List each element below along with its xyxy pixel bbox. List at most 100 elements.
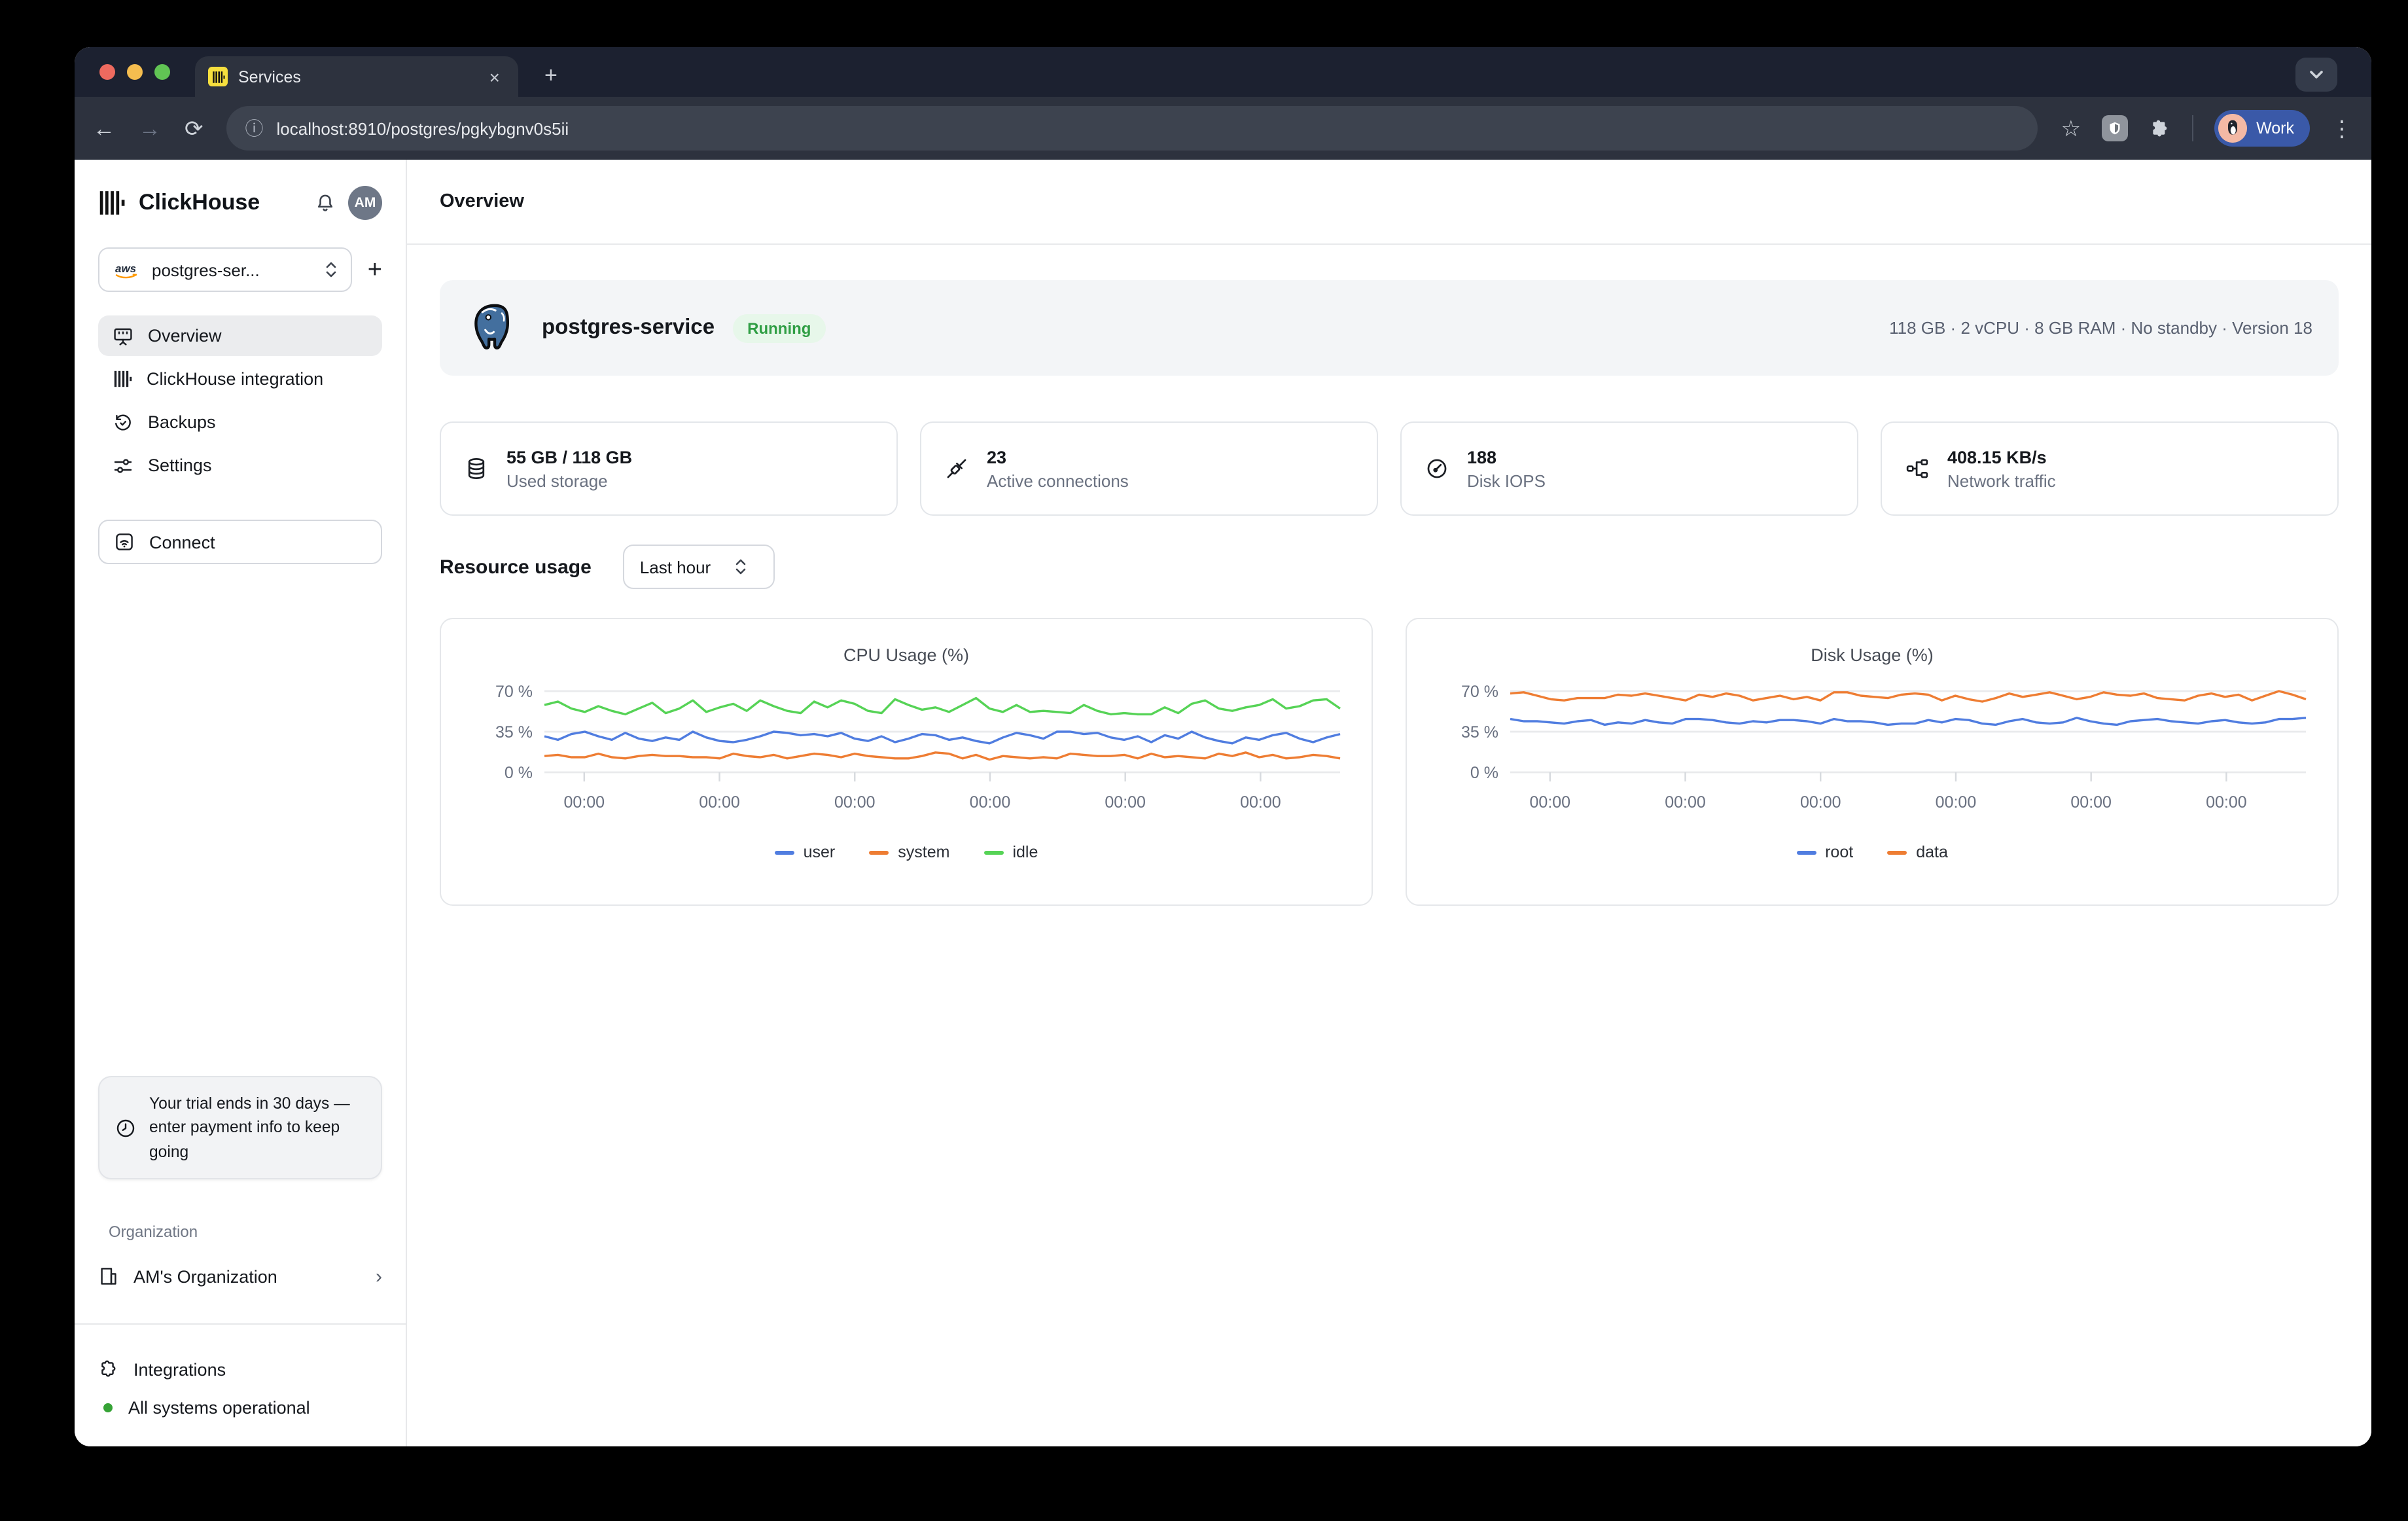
page-content: postgres-service Running 118 GB · 2 vCPU… bbox=[407, 245, 2371, 906]
legend-item-idle[interactable]: idle bbox=[983, 843, 1038, 861]
screen: Services × + ← → ⟳ ⓘ localhost:8910/post… bbox=[0, 0, 2408, 1521]
series-lines bbox=[1510, 691, 2306, 725]
stat-label: Used storage bbox=[506, 471, 632, 490]
system-status-row[interactable]: All systems operational bbox=[98, 1390, 382, 1424]
series-line-root bbox=[1510, 718, 2306, 725]
minimize-window-button[interactable] bbox=[127, 64, 143, 80]
cable-icon bbox=[945, 457, 968, 480]
service-hero-card: postgres-service Running 118 GB · 2 vCPU… bbox=[440, 280, 2339, 376]
legend-label: root bbox=[1825, 843, 1853, 861]
stat-label: Disk IOPS bbox=[1467, 471, 1546, 490]
window-controls bbox=[99, 64, 170, 80]
clickhouse-favicon bbox=[208, 67, 228, 86]
address-bar[interactable]: ⓘ localhost:8910/postgres/pgkybgnv0s5ii bbox=[227, 106, 2038, 151]
add-service-button[interactable]: + bbox=[368, 257, 382, 282]
legend-item-data[interactable]: data bbox=[1887, 843, 1948, 861]
shield-extension-icon[interactable] bbox=[2102, 115, 2128, 141]
chart-legend: user system idle bbox=[441, 843, 1372, 861]
sidebar-item-settings[interactable]: Settings bbox=[98, 445, 382, 486]
extensions-puzzle-icon[interactable] bbox=[2149, 117, 2171, 139]
integrations-label: Integrations bbox=[133, 1359, 226, 1379]
brand-row: ClickHouse AM bbox=[98, 182, 382, 224]
organization-heading: Organization bbox=[109, 1223, 198, 1241]
tab-title: Services bbox=[238, 67, 474, 86]
trial-clock-icon bbox=[115, 1117, 136, 1138]
status-badge: Running bbox=[733, 313, 825, 342]
integrations-puzzle-icon bbox=[98, 1359, 119, 1380]
status-dot-icon bbox=[103, 1403, 113, 1412]
browser-menu-icon[interactable]: ⋮ bbox=[2331, 117, 2353, 139]
trial-notice-card[interactable]: Your trial ends in 30 days — enter payme… bbox=[98, 1076, 382, 1180]
page-header: Overview bbox=[407, 160, 2371, 245]
legend-item-user[interactable]: user bbox=[775, 843, 836, 861]
tab-search-chevron-button[interactable] bbox=[2295, 58, 2337, 92]
chevron-right-icon: › bbox=[376, 1265, 382, 1287]
chart-title: Disk Usage (%) bbox=[1407, 645, 2337, 665]
sidebar-item-backups[interactable]: Backups bbox=[98, 402, 382, 442]
svg-text:00:00: 00:00 bbox=[1800, 793, 1841, 812]
tab-strip: Services × + bbox=[75, 47, 2371, 97]
integrations-link[interactable]: Integrations bbox=[98, 1351, 382, 1387]
network-nodes-icon bbox=[1905, 457, 1929, 480]
disk-usage-chart: 0 %35 %70 %00:0000:0000:0000:0000:0000:0… bbox=[1419, 678, 2326, 832]
sidebar: ClickHouse AM aws postgres-ser... + bbox=[75, 160, 407, 1446]
browser-toolbar: ← → ⟳ ⓘ localhost:8910/postgres/pgkybgnv… bbox=[75, 97, 2371, 160]
svg-text:35 %: 35 % bbox=[1461, 723, 1498, 742]
svg-text:00:00: 00:00 bbox=[834, 793, 876, 812]
stat-cards-row: 55 GB / 118 GBUsed storage 23Active conn… bbox=[440, 421, 2339, 516]
organization-row[interactable]: AM's Organization › bbox=[98, 1257, 382, 1296]
browser-window: Services × + ← → ⟳ ⓘ localhost:8910/post… bbox=[75, 47, 2371, 1446]
bookmark-star-icon[interactable]: ☆ bbox=[2061, 117, 2081, 139]
svg-text:00:00: 00:00 bbox=[2206, 793, 2247, 812]
forward-button[interactable]: → bbox=[139, 117, 161, 139]
legend-item-system[interactable]: system bbox=[869, 843, 949, 861]
chart-title: CPU Usage (%) bbox=[441, 645, 1372, 665]
close-window-button[interactable] bbox=[99, 64, 115, 80]
select-updown-icon bbox=[325, 260, 338, 279]
legend-item-root[interactable]: root bbox=[1796, 843, 1853, 861]
back-button[interactable]: ← bbox=[93, 117, 115, 139]
svg-text:aws: aws bbox=[115, 262, 136, 274]
sidebar-item-label: Settings bbox=[148, 456, 212, 475]
axes: 0 %35 %70 %00:0000:0000:0000:0000:0000:0… bbox=[1461, 683, 2306, 812]
series-lines bbox=[544, 698, 1340, 760]
select-updown-icon bbox=[734, 558, 747, 576]
stat-label: Active connections bbox=[987, 471, 1129, 490]
organization-building-icon bbox=[98, 1266, 119, 1287]
clickhouse-bars-icon bbox=[113, 369, 132, 389]
notifications-bell-icon[interactable] bbox=[314, 192, 336, 214]
tab-services[interactable]: Services × bbox=[195, 56, 518, 97]
sidebar-item-label: Overview bbox=[148, 326, 222, 346]
profile-button[interactable]: Work bbox=[2214, 110, 2310, 147]
sidebar-item-overview[interactable]: Overview bbox=[98, 315, 382, 356]
legend-label: data bbox=[1916, 843, 1948, 861]
stat-card-active-connections: 23Active connections bbox=[920, 421, 1378, 516]
time-range-select[interactable]: Last hour bbox=[623, 545, 775, 589]
sidebar-item-label: Backups bbox=[148, 412, 216, 432]
new-tab-button[interactable]: + bbox=[534, 60, 568, 97]
backups-history-icon bbox=[113, 412, 133, 433]
settings-sliders-icon bbox=[113, 455, 133, 476]
stat-card-network-traffic: 408.15 KB/sNetwork traffic bbox=[1881, 421, 2339, 516]
overview-board-icon bbox=[113, 325, 133, 346]
svg-text:00:00: 00:00 bbox=[2070, 793, 2112, 812]
connect-button[interactable]: Connect bbox=[98, 520, 382, 564]
service-selector-row: aws postgres-ser... + bbox=[98, 247, 382, 292]
legend-swatch bbox=[1887, 850, 1907, 854]
tab-close-icon[interactable]: × bbox=[484, 65, 505, 88]
service-selector[interactable]: aws postgres-ser... bbox=[98, 247, 352, 292]
zoom-window-button[interactable] bbox=[154, 64, 170, 80]
stat-label: Network traffic bbox=[1947, 471, 2056, 490]
sidebar-nav: Overview ClickHouse integration Backups … bbox=[98, 315, 382, 486]
cpu-usage-chart-card: CPU Usage (%) 0 %35 %70 %00:0000:0000:00… bbox=[440, 618, 1373, 906]
connect-button-label: Connect bbox=[149, 532, 215, 552]
svg-text:35 %: 35 % bbox=[495, 723, 533, 742]
svg-text:70 %: 70 % bbox=[495, 683, 533, 701]
sidebar-item-clickhouse-integration[interactable]: ClickHouse integration bbox=[98, 359, 382, 399]
site-info-icon[interactable]: ⓘ bbox=[245, 115, 264, 141]
svg-text:00:00: 00:00 bbox=[699, 793, 740, 812]
reload-button[interactable]: ⟳ bbox=[185, 117, 204, 139]
user-avatar[interactable]: AM bbox=[348, 186, 382, 220]
stat-card-disk-iops: 188Disk IOPS bbox=[1400, 421, 1858, 516]
toolbar-divider bbox=[2192, 115, 2193, 141]
